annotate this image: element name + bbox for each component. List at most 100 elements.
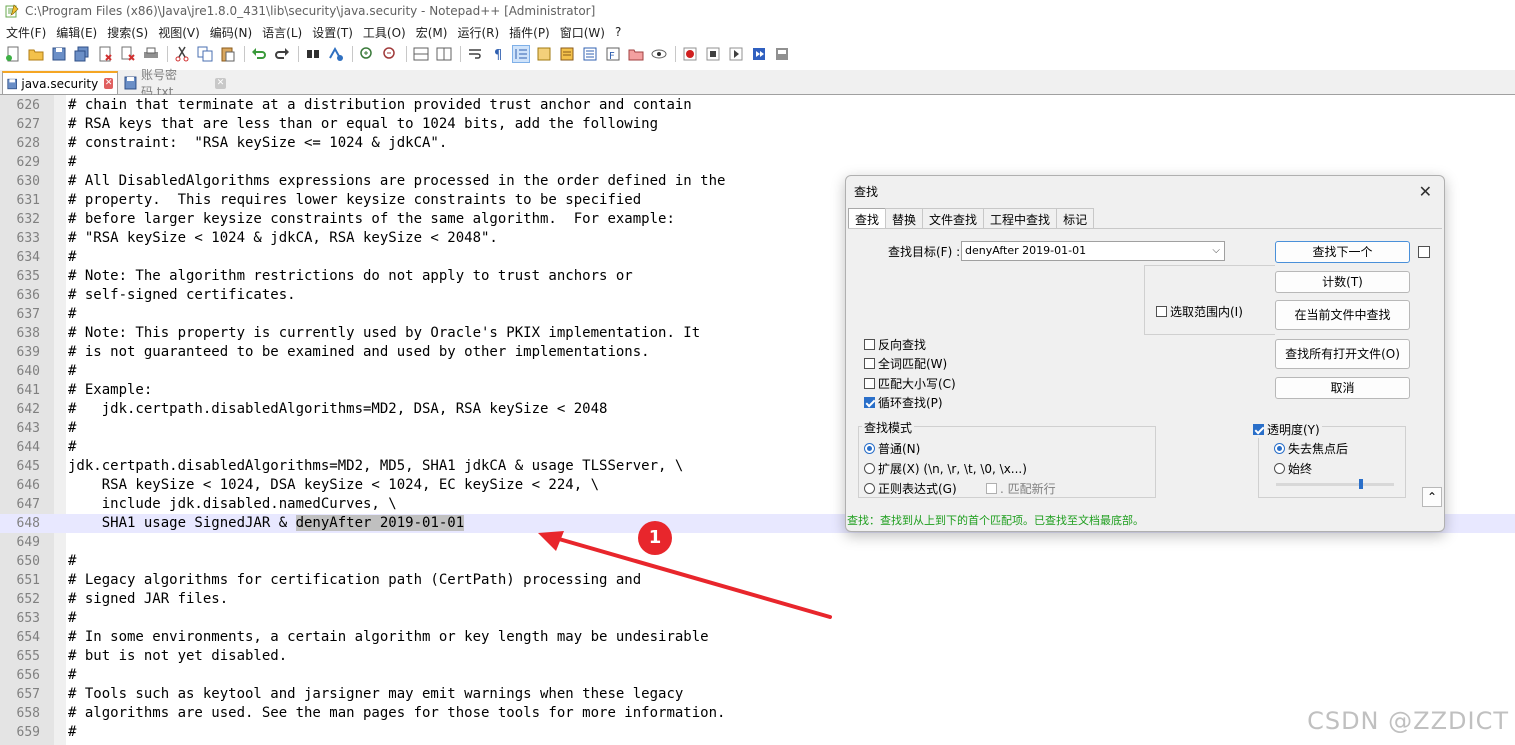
print-icon[interactable]: [142, 45, 160, 63]
mode-normal-radio[interactable]: 普通(N): [864, 440, 920, 457]
radio-unselected[interactable]: [864, 483, 875, 494]
checkbox-box[interactable]: [864, 358, 875, 369]
tab-find-in-files[interactable]: 文件查找: [922, 208, 985, 228]
close-icon[interactable]: ✕: [1419, 182, 1432, 201]
tab-mark[interactable]: 标记: [1056, 208, 1095, 228]
save-icon[interactable]: [50, 45, 68, 63]
macro-run-multiple-icon[interactable]: [750, 45, 768, 63]
show-all-chars-icon[interactable]: ¶: [489, 45, 507, 63]
transparency-slider-track[interactable]: [1276, 483, 1394, 486]
menu-item[interactable]: 文件(F): [0, 24, 51, 41]
tab-close-icon[interactable]: ✕: [215, 77, 226, 89]
transparency-always-radio[interactable]: 始终: [1274, 460, 1312, 477]
menu-item[interactable]: 语言(L): [257, 24, 307, 41]
replace-icon[interactable]: [327, 45, 345, 63]
cut-icon[interactable]: [173, 45, 191, 63]
menu-item[interactable]: 编码(N): [205, 24, 257, 41]
menu-item[interactable]: 工具(O): [358, 24, 411, 41]
menu-item[interactable]: 视图(V): [153, 24, 205, 41]
count-button[interactable]: 计数(T): [1275, 271, 1410, 293]
code-line[interactable]: 655 # but is not yet disabled.: [0, 647, 1515, 666]
find-next-button[interactable]: 查找下一个: [1275, 241, 1410, 263]
code-line[interactable]: 629 #: [0, 153, 1515, 172]
menu-item[interactable]: 运行(R): [452, 24, 504, 41]
tab-account-passwords[interactable]: 账号密码.txt ✕: [120, 68, 230, 99]
checkbox-box[interactable]: [864, 378, 875, 389]
menu-item[interactable]: 编辑(E): [51, 24, 102, 41]
menu-item[interactable]: ?: [610, 25, 626, 39]
redo-icon[interactable]: [273, 45, 291, 63]
wrap-around-checkbox[interactable]: 循环查找(P): [864, 394, 943, 411]
indent-guide-icon[interactable]: [512, 45, 530, 63]
zoom-out-icon[interactable]: [381, 45, 399, 63]
find-next-toggle-checkbox[interactable]: [1418, 246, 1430, 258]
in-selection-checkbox[interactable]: 选取范围内(I): [1156, 303, 1243, 320]
transparency-checkbox[interactable]: 透明度(Y): [1253, 421, 1322, 438]
copy-icon[interactable]: [196, 45, 214, 63]
folder-as-workspace-icon[interactable]: [627, 45, 645, 63]
sync-vertical-icon[interactable]: [412, 45, 430, 63]
chevron-down-icon[interactable]: ⌵: [1212, 242, 1220, 260]
tab-close-icon[interactable]: ✕: [104, 78, 113, 89]
checkbox-box[interactable]: [864, 339, 875, 350]
find-target-combobox[interactable]: denyAfter 2019-01-01 ⌵: [961, 241, 1225, 261]
word-wrap-icon[interactable]: [466, 45, 484, 63]
paste-icon[interactable]: [219, 45, 237, 63]
tab-java-security[interactable]: java.security ✕: [2, 71, 118, 94]
checkbox-box[interactable]: [1156, 306, 1167, 317]
collapse-up-button[interactable]: ⌃: [1422, 487, 1442, 507]
function-list-icon[interactable]: [581, 45, 599, 63]
menu-item[interactable]: 宏(M): [411, 24, 453, 41]
monitoring-eye-icon[interactable]: [650, 45, 668, 63]
find-icon[interactable]: [304, 45, 322, 63]
radio-unselected[interactable]: [1274, 463, 1285, 474]
whole-word-checkbox[interactable]: 全词匹配(W): [864, 355, 947, 372]
radio-selected[interactable]: [1274, 443, 1285, 454]
new-file-icon[interactable]: [4, 45, 22, 63]
checkbox-box-checked[interactable]: [864, 397, 875, 408]
dot-matches-newline-checkbox[interactable]: . 匹配新行: [986, 480, 1056, 497]
menu-item[interactable]: 设置(T): [307, 24, 358, 41]
code-line[interactable]: 659 #: [0, 723, 1515, 742]
menu-item[interactable]: 搜索(S): [102, 24, 153, 41]
transparency-on-lose-focus-radio[interactable]: 失去焦点后: [1274, 440, 1348, 457]
tab-replace[interactable]: 替换: [885, 208, 924, 228]
close-all-icon[interactable]: [119, 45, 137, 63]
macro-record-icon[interactable]: [681, 45, 699, 63]
close-file-icon[interactable]: [96, 45, 114, 63]
code-line[interactable]: 627 # RSA keys that are less than or equa…: [0, 115, 1515, 134]
open-file-icon[interactable]: [27, 45, 45, 63]
match-case-checkbox[interactable]: 匹配大小写(C): [864, 375, 956, 392]
code-line[interactable]: 657 # Tools such as keytool and jarsigner…: [0, 685, 1515, 704]
undo-icon[interactable]: [250, 45, 268, 63]
tab-find-in-projects[interactable]: 工程中查找: [983, 208, 1058, 228]
line-number: 634: [16, 250, 40, 265]
transparency-slider-thumb[interactable]: [1359, 479, 1363, 489]
menu-item[interactable]: 插件(P): [504, 24, 555, 41]
save-all-icon[interactable]: [73, 45, 91, 63]
menu-item[interactable]: 窗口(W): [555, 24, 610, 41]
tab-find[interactable]: 查找: [848, 208, 887, 228]
cancel-button[interactable]: 取消: [1275, 377, 1410, 399]
checkbox-box-checked[interactable]: [1253, 424, 1264, 435]
sync-horizontal-icon[interactable]: [435, 45, 453, 63]
code-line[interactable]: 658 # algorithms are used. See the man pa…: [0, 704, 1515, 723]
code-line[interactable]: 626 # chain that terminate at a distribut…: [0, 96, 1515, 115]
doc-list-icon[interactable]: [558, 45, 576, 63]
code-line[interactable]: 656 #: [0, 666, 1515, 685]
folder-workspace-icon[interactable]: F: [604, 45, 622, 63]
macro-save-icon[interactable]: [773, 45, 791, 63]
zoom-in-icon[interactable]: [358, 45, 376, 63]
code-line[interactable]: 654 # In some environments, a certain alg…: [0, 628, 1515, 647]
code-line[interactable]: 628 # constraint: "RSA keySize <= 1024 & …: [0, 134, 1515, 153]
mode-extended-radio[interactable]: 扩展(X) (\n, \r, \t, \0, \x...): [864, 460, 1027, 477]
find-all-in-current-button[interactable]: 在当前文件中查找: [1275, 300, 1410, 330]
find-all-open-files-button[interactable]: 查找所有打开文件(O): [1275, 339, 1410, 369]
macro-stop-icon[interactable]: [704, 45, 722, 63]
radio-selected[interactable]: [864, 443, 875, 454]
mode-regex-radio[interactable]: 正则表达式(G): [864, 480, 957, 497]
macro-play-icon[interactable]: [727, 45, 745, 63]
backward-checkbox[interactable]: 反向查找: [864, 336, 926, 353]
doc-map-icon[interactable]: [535, 45, 553, 63]
radio-unselected[interactable]: [864, 463, 875, 474]
